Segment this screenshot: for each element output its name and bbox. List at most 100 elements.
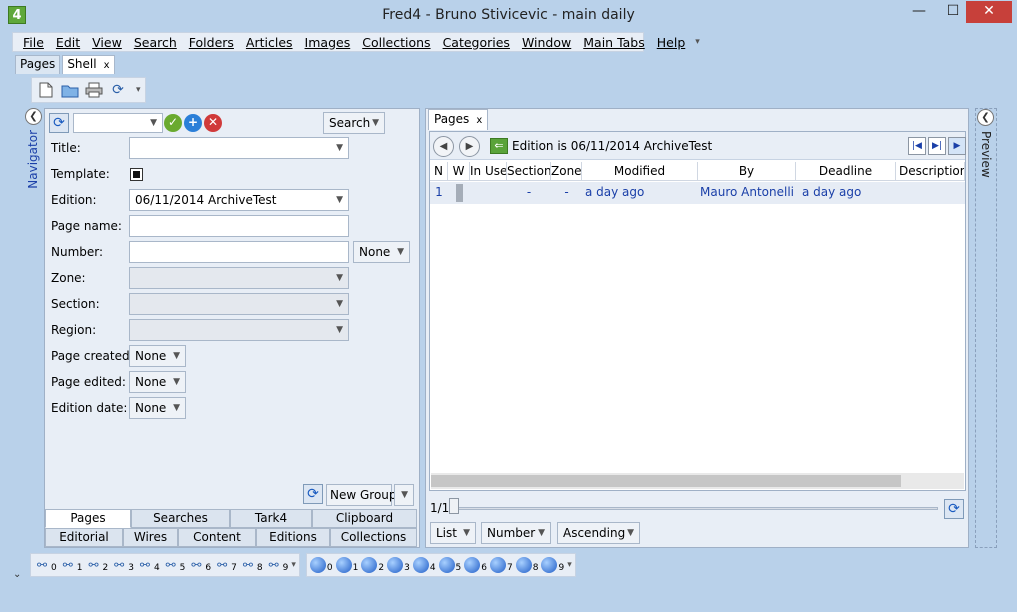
chevron-down-icon[interactable]: ⌄: [13, 569, 21, 580]
horizontal-scrollbar[interactable]: [431, 473, 964, 489]
region-select[interactable]: ▼: [129, 319, 349, 341]
filter-back-arrow-icon[interactable]: ⇐: [490, 138, 508, 154]
web-slot-6[interactable]: o6: [464, 557, 487, 573]
col-header-n[interactable]: N: [430, 162, 448, 181]
edition-select[interactable]: 06/11/2014 ArchiveTest ▼: [129, 189, 349, 211]
nav-tab-clipboard[interactable]: Clipboard: [312, 509, 417, 528]
col-header-zone[interactable]: Zone: [551, 162, 582, 181]
page-created-select[interactable]: None ▼: [129, 345, 186, 367]
nav-tab-content[interactable]: Content: [178, 528, 256, 547]
saved-search-slot-1[interactable]: ⚯ 1: [60, 557, 83, 573]
col-header-deadline[interactable]: Deadline: [796, 162, 896, 181]
menu-main-tabs[interactable]: Main Tabs: [577, 35, 651, 50]
web-slot-8[interactable]: o8: [515, 557, 538, 573]
forward-arrow-icon[interactable]: ▶: [459, 136, 480, 157]
back-arrow-icon[interactable]: ◀: [433, 136, 454, 157]
saved-search-slot-6[interactable]: ⚯ 6: [188, 557, 211, 573]
web-slot-5[interactable]: o5: [438, 557, 461, 573]
col-header-description[interactable]: Description: [896, 162, 965, 181]
new-document-icon[interactable]: [36, 80, 56, 100]
web-slot-2[interactable]: o2: [361, 557, 384, 573]
template-checkbox[interactable]: [130, 168, 143, 181]
saved-search-slot-9[interactable]: ⚯ 9: [266, 557, 289, 573]
web-slot-4[interactable]: o4: [412, 557, 436, 573]
last-page-icon[interactable]: ▶|: [928, 137, 946, 155]
title-select[interactable]: ▼: [129, 137, 349, 159]
saved-search-select[interactable]: ▼: [73, 113, 163, 133]
web-slot-0[interactable]: o0: [309, 557, 333, 573]
col-header-by[interactable]: By: [698, 162, 796, 181]
sort-field-select[interactable]: Number ▼: [481, 522, 551, 544]
menu-help[interactable]: Help: [651, 35, 692, 50]
saved-search-slot-0[interactable]: ⚯ 0: [34, 557, 57, 573]
col-header-modified[interactable]: Modified: [582, 162, 698, 181]
saved-search-slot-2[interactable]: ⚯ 2: [85, 557, 108, 573]
table-row[interactable]: 1 - - a day ago Mauro Antonelli a day ag…: [430, 182, 965, 204]
number-input[interactable]: [129, 241, 349, 263]
navigator-label[interactable]: Navigator: [26, 130, 40, 189]
next-page-icon[interactable]: ▶: [948, 137, 966, 155]
menu-edit[interactable]: Edit: [50, 35, 86, 50]
sort-order-select[interactable]: Ascending ▼: [557, 522, 640, 544]
new-group-dropdown[interactable]: ▼: [394, 484, 414, 506]
close-tab-icon[interactable]: x: [104, 60, 110, 71]
minimize-button[interactable]: —: [902, 1, 936, 23]
web-slot-1[interactable]: o1: [335, 557, 358, 573]
col-header-w[interactable]: W: [448, 162, 470, 181]
apply-check-icon[interactable]: ✓: [164, 114, 182, 132]
page-slider-handle[interactable]: [449, 498, 459, 514]
doc-tab-pages[interactable]: Pages: [15, 55, 61, 74]
saved-search-slot-7[interactable]: ⚯ 7: [214, 557, 237, 573]
menu-window[interactable]: Window: [516, 35, 577, 50]
menu-articles[interactable]: Articles: [240, 35, 299, 50]
number-mode-select[interactable]: None ▼: [353, 241, 410, 263]
web-slot-3[interactable]: o3: [387, 557, 410, 573]
collapse-navigator-icon[interactable]: ❮: [25, 108, 42, 125]
page-name-input[interactable]: [129, 215, 349, 237]
toolbar-grip-icon[interactable]: ▾: [567, 560, 572, 570]
maximize-button[interactable]: ☐: [936, 1, 970, 23]
open-folder-icon[interactable]: [60, 80, 80, 100]
nav-tab-searches[interactable]: Searches: [131, 509, 230, 528]
first-page-icon[interactable]: |◀: [908, 137, 926, 155]
col-header-section[interactable]: Section: [507, 162, 551, 181]
menu-categories[interactable]: Categories: [437, 35, 516, 50]
print-icon[interactable]: [84, 80, 104, 100]
refresh-groups-icon[interactable]: ⟳: [303, 484, 323, 504]
toolbar-grip-icon[interactable]: ▾: [291, 560, 296, 570]
search-button[interactable]: Search ▼: [323, 112, 385, 134]
menu-collections[interactable]: Collections: [356, 35, 436, 50]
toolbar-grip-icon[interactable]: ▾: [695, 37, 700, 47]
menu-view[interactable]: View: [86, 35, 128, 50]
saved-search-slot-4[interactable]: ⚯ 4: [137, 557, 160, 573]
edition-date-select[interactable]: None ▼: [129, 397, 186, 419]
saved-search-slot-5[interactable]: ⚯ 5: [163, 557, 186, 573]
menu-file[interactable]: File: [17, 35, 50, 50]
collapse-preview-icon[interactable]: ❮: [977, 109, 994, 126]
list-mode-select[interactable]: List ▼: [430, 522, 476, 544]
nav-tab-wires[interactable]: Wires: [123, 528, 178, 547]
nav-tab-collections[interactable]: Collections: [330, 528, 417, 547]
preview-label[interactable]: Preview: [979, 131, 993, 178]
refresh-icon[interactable]: ⟳: [108, 80, 128, 100]
page-slider-track[interactable]: [451, 507, 938, 510]
menu-folders[interactable]: Folders: [183, 35, 240, 50]
refresh-search-icon[interactable]: ⟳: [49, 113, 69, 133]
saved-search-slot-3[interactable]: ⚯ 3: [111, 557, 134, 573]
page-edited-select[interactable]: None ▼: [129, 371, 186, 393]
pages-panel-tab[interactable]: Pages x: [428, 109, 489, 130]
nav-tab-editions[interactable]: Editions: [256, 528, 330, 547]
web-slot-9[interactable]: o9: [541, 557, 564, 573]
zone-select[interactable]: ▼: [129, 267, 349, 289]
doc-tab-shell[interactable]: Shell x: [62, 55, 115, 74]
saved-search-slot-8[interactable]: ⚯ 8: [240, 557, 263, 573]
menu-search[interactable]: Search: [128, 35, 183, 50]
close-tab-icon[interactable]: x: [476, 115, 482, 126]
section-select[interactable]: ▼: [129, 293, 349, 315]
menu-images[interactable]: Images: [299, 35, 357, 50]
nav-tab-pages[interactable]: Pages: [45, 509, 131, 528]
new-group-button[interactable]: New Group: [326, 484, 397, 506]
close-window-button[interactable]: ✕: [966, 1, 1012, 23]
web-slot-7[interactable]: o7: [490, 557, 513, 573]
col-header-in-use[interactable]: In Use: [470, 162, 507, 181]
